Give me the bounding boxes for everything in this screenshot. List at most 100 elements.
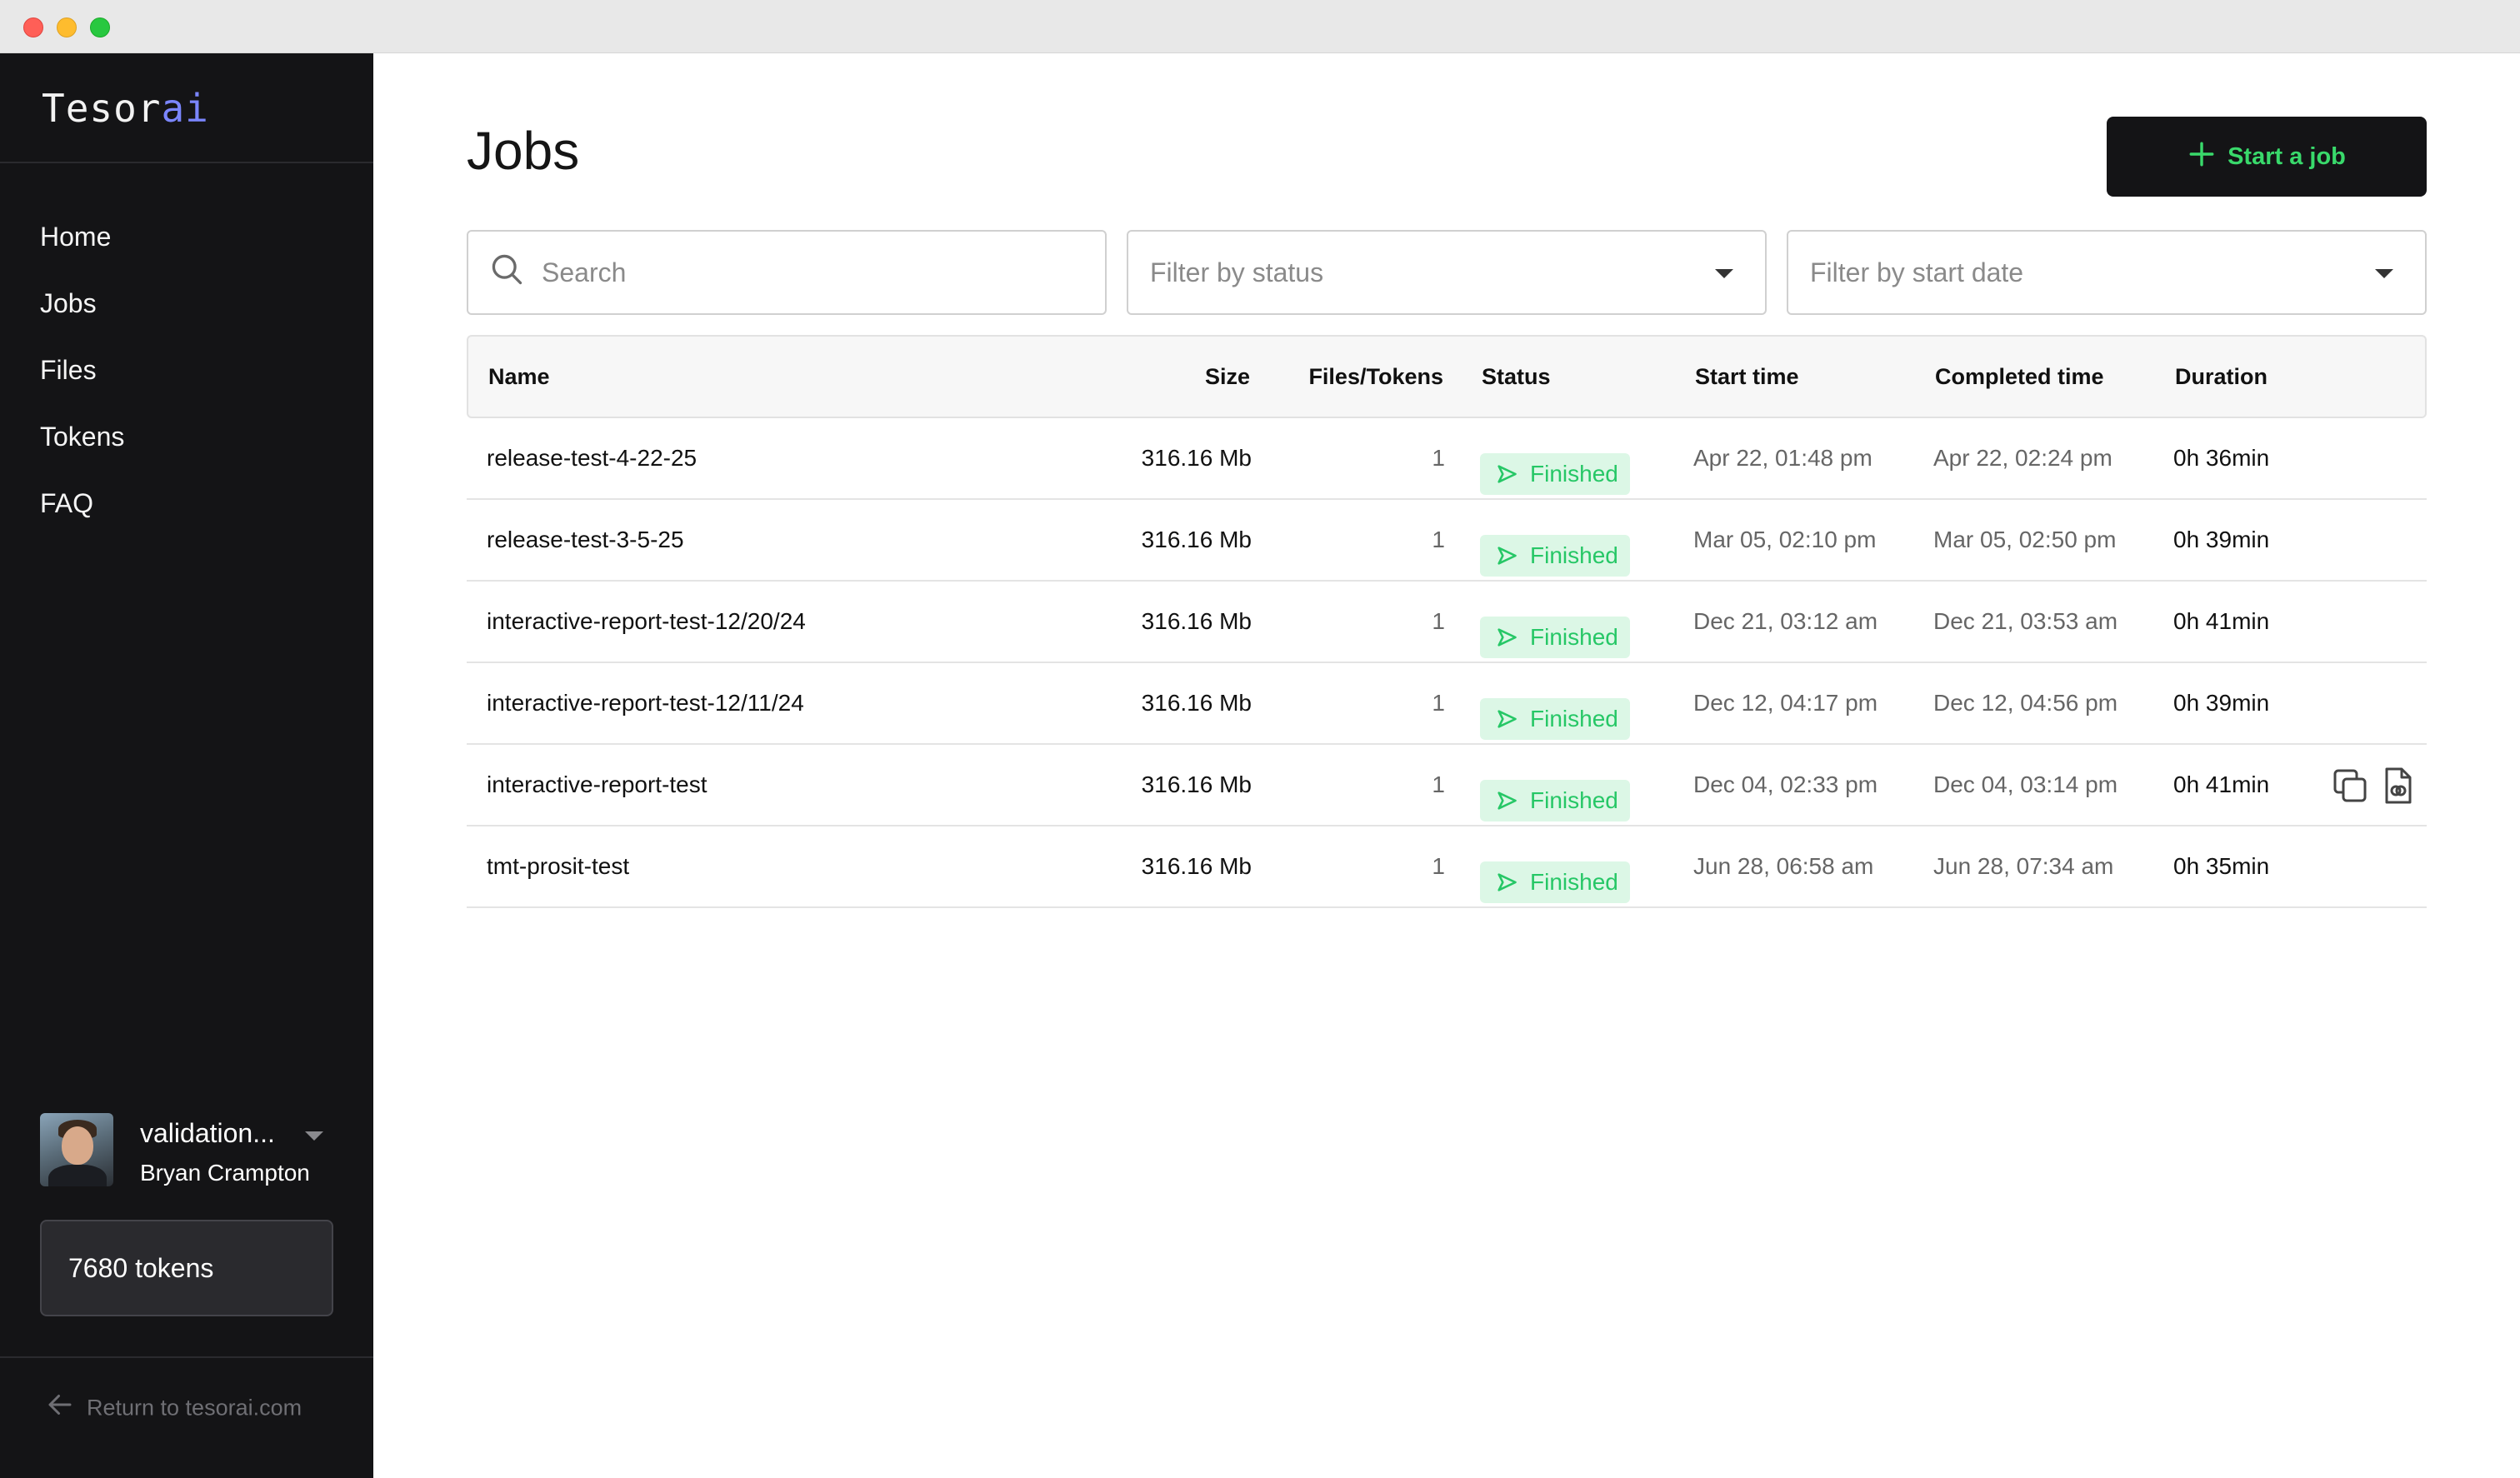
job-completed-time: Jun 28, 07:34 am bbox=[1933, 853, 2114, 879]
minimize-window-button[interactable] bbox=[57, 17, 77, 37]
job-size: 316.16 Mb bbox=[1141, 771, 1252, 797]
brand-name-prefix: Tesor bbox=[42, 86, 162, 131]
job-name[interactable]: release-test-3-5-25 bbox=[487, 500, 684, 580]
sidebar-item-tokens[interactable]: Tokens bbox=[40, 403, 124, 470]
start-date-filter-placeholder: Filter by start date bbox=[1810, 257, 2024, 287]
status-badge: Finished bbox=[1480, 520, 1630, 577]
avatar bbox=[40, 1113, 113, 1186]
sidebar-divider-bottom bbox=[0, 1356, 373, 1358]
report-file-icon[interactable] bbox=[2382, 765, 2422, 806]
table-row[interactable]: tmt-prosit-test 316.16 Mb 1 Finished Jun… bbox=[467, 826, 2427, 908]
sidebar-item-faq[interactable]: FAQ bbox=[40, 470, 124, 537]
job-start-time: Dec 04, 02:33 pm bbox=[1693, 771, 1878, 797]
job-name[interactable]: interactive-report-test-12/11/24 bbox=[487, 663, 804, 743]
table-row[interactable]: release-test-3-5-25 316.16 Mb 1 Finished… bbox=[467, 500, 2427, 582]
search-icon bbox=[488, 251, 525, 294]
user-name: Bryan Crampton bbox=[140, 1160, 310, 1186]
job-completed-time: Dec 21, 03:53 am bbox=[1933, 608, 2118, 634]
sidebar-item-home[interactable]: Home bbox=[40, 203, 124, 270]
play-outline-icon bbox=[1498, 465, 1517, 483]
return-to-site-link[interactable]: Return to tesorai.com bbox=[45, 1390, 302, 1423]
column-header-duration[interactable]: Duration bbox=[2175, 337, 2268, 417]
job-duration: 0h 36min bbox=[2173, 445, 2270, 471]
job-start-time: Apr 22, 01:48 pm bbox=[1693, 445, 1872, 471]
job-duration: 0h 41min bbox=[2173, 608, 2270, 634]
job-start-time: Dec 12, 04:17 pm bbox=[1693, 690, 1878, 716]
play-outline-icon bbox=[1498, 710, 1517, 728]
job-completed-time: Dec 12, 04:56 pm bbox=[1933, 690, 2118, 716]
job-completed-time: Dec 04, 03:14 pm bbox=[1933, 771, 2118, 797]
chevron-down-icon bbox=[1715, 269, 1733, 278]
main-content: Jobs Start a job Filter by status Filter… bbox=[373, 53, 2520, 1478]
row-actions bbox=[2330, 765, 2422, 806]
start-job-label: Start a job bbox=[2228, 142, 2346, 170]
job-files-count: 1 bbox=[1432, 690, 1445, 716]
job-duration: 0h 39min bbox=[2173, 690, 2270, 716]
token-balance: 7680 tokens bbox=[40, 1220, 333, 1316]
status-filter-placeholder: Filter by status bbox=[1150, 257, 1324, 287]
column-header-start-time[interactable]: Start time bbox=[1695, 337, 1799, 417]
job-size: 316.16 Mb bbox=[1141, 445, 1252, 471]
job-duration: 0h 35min bbox=[2173, 853, 2270, 879]
job-completed-time: Mar 05, 02:50 pm bbox=[1933, 527, 2117, 552]
column-header-completed-time[interactable]: Completed time bbox=[1935, 337, 2104, 417]
chevron-down-icon[interactable] bbox=[305, 1131, 323, 1141]
page-title: Jobs bbox=[467, 121, 580, 181]
column-header-files[interactable]: Files/Tokens bbox=[1308, 337, 1443, 417]
zoom-window-button[interactable] bbox=[90, 17, 110, 37]
status-badge: Finished bbox=[1480, 846, 1630, 903]
play-outline-icon bbox=[1498, 873, 1517, 891]
return-link-label: Return to tesorai.com bbox=[87, 1395, 302, 1421]
search-input[interactable] bbox=[542, 257, 1075, 288]
status-badge: Finished bbox=[1480, 765, 1630, 821]
sidebar-nav: Home Jobs Files Tokens FAQ bbox=[40, 203, 124, 537]
arrow-left-icon bbox=[45, 1390, 75, 1429]
job-size: 316.16 Mb bbox=[1141, 853, 1252, 879]
start-date-filter-select[interactable]: Filter by start date bbox=[1787, 230, 2427, 315]
column-header-name[interactable]: Name bbox=[488, 337, 550, 417]
job-start-time: Dec 21, 03:12 am bbox=[1693, 608, 1878, 634]
table-row[interactable]: release-test-4-22-25 316.16 Mb 1 Finishe… bbox=[467, 418, 2427, 500]
avatar-face bbox=[62, 1126, 93, 1165]
chevron-down-icon bbox=[2375, 269, 2393, 278]
brand-logo[interactable]: Tesorai bbox=[42, 83, 209, 133]
job-start-time: Jun 28, 06:58 am bbox=[1693, 853, 1874, 879]
status-label: Finished bbox=[1530, 869, 1618, 895]
sidebar-divider-top bbox=[0, 162, 373, 163]
title-bar bbox=[0, 0, 2520, 53]
sidebar-item-jobs[interactable]: Jobs bbox=[40, 270, 124, 337]
copy-icon[interactable] bbox=[2330, 765, 2370, 806]
job-files-count: 1 bbox=[1432, 771, 1445, 797]
jobs-table: Name Size Files/Tokens Status Start time… bbox=[467, 335, 2427, 908]
job-name[interactable]: tmt-prosit-test bbox=[487, 826, 629, 906]
sidebar: Tesorai Home Jobs Files Tokens FAQ valid… bbox=[0, 53, 373, 1478]
status-badge: Finished bbox=[1480, 602, 1630, 658]
search-field[interactable] bbox=[467, 230, 1107, 315]
sidebar-item-files[interactable]: Files bbox=[40, 337, 124, 403]
table-row[interactable]: interactive-report-test 316.16 Mb 1 Fini… bbox=[467, 745, 2427, 826]
column-header-status[interactable]: Status bbox=[1482, 337, 1551, 417]
job-name[interactable]: interactive-report-test-12/20/24 bbox=[487, 582, 806, 662]
brand-name-suffix: ai bbox=[161, 86, 209, 131]
table-row[interactable]: interactive-report-test-12/20/24 316.16 … bbox=[467, 582, 2427, 663]
job-completed-time: Apr 22, 02:24 pm bbox=[1933, 445, 2112, 471]
play-outline-icon bbox=[1498, 547, 1517, 565]
close-window-button[interactable] bbox=[23, 17, 43, 37]
job-size: 316.16 Mb bbox=[1141, 690, 1252, 716]
table-row[interactable]: interactive-report-test-12/11/24 316.16 … bbox=[467, 663, 2427, 745]
status-badge: Finished bbox=[1480, 683, 1630, 740]
job-duration: 0h 41min bbox=[2173, 771, 2270, 797]
job-size: 316.16 Mb bbox=[1141, 527, 1252, 552]
start-job-button[interactable]: Start a job bbox=[2107, 117, 2427, 197]
org-name: validation... bbox=[140, 1118, 275, 1148]
job-files-count: 1 bbox=[1432, 445, 1445, 471]
job-name[interactable]: release-test-4-22-25 bbox=[487, 418, 697, 498]
column-header-size[interactable]: Size bbox=[1205, 337, 1250, 417]
status-badge: Finished bbox=[1480, 438, 1630, 495]
plus-icon bbox=[2188, 138, 2216, 175]
job-files-count: 1 bbox=[1432, 608, 1445, 634]
status-filter-select[interactable]: Filter by status bbox=[1127, 230, 1767, 315]
account-switcher[interactable]: validation... Bryan Crampton bbox=[40, 1113, 340, 1190]
job-name[interactable]: interactive-report-test bbox=[487, 745, 708, 825]
job-start-time: Mar 05, 02:10 pm bbox=[1693, 527, 1877, 552]
